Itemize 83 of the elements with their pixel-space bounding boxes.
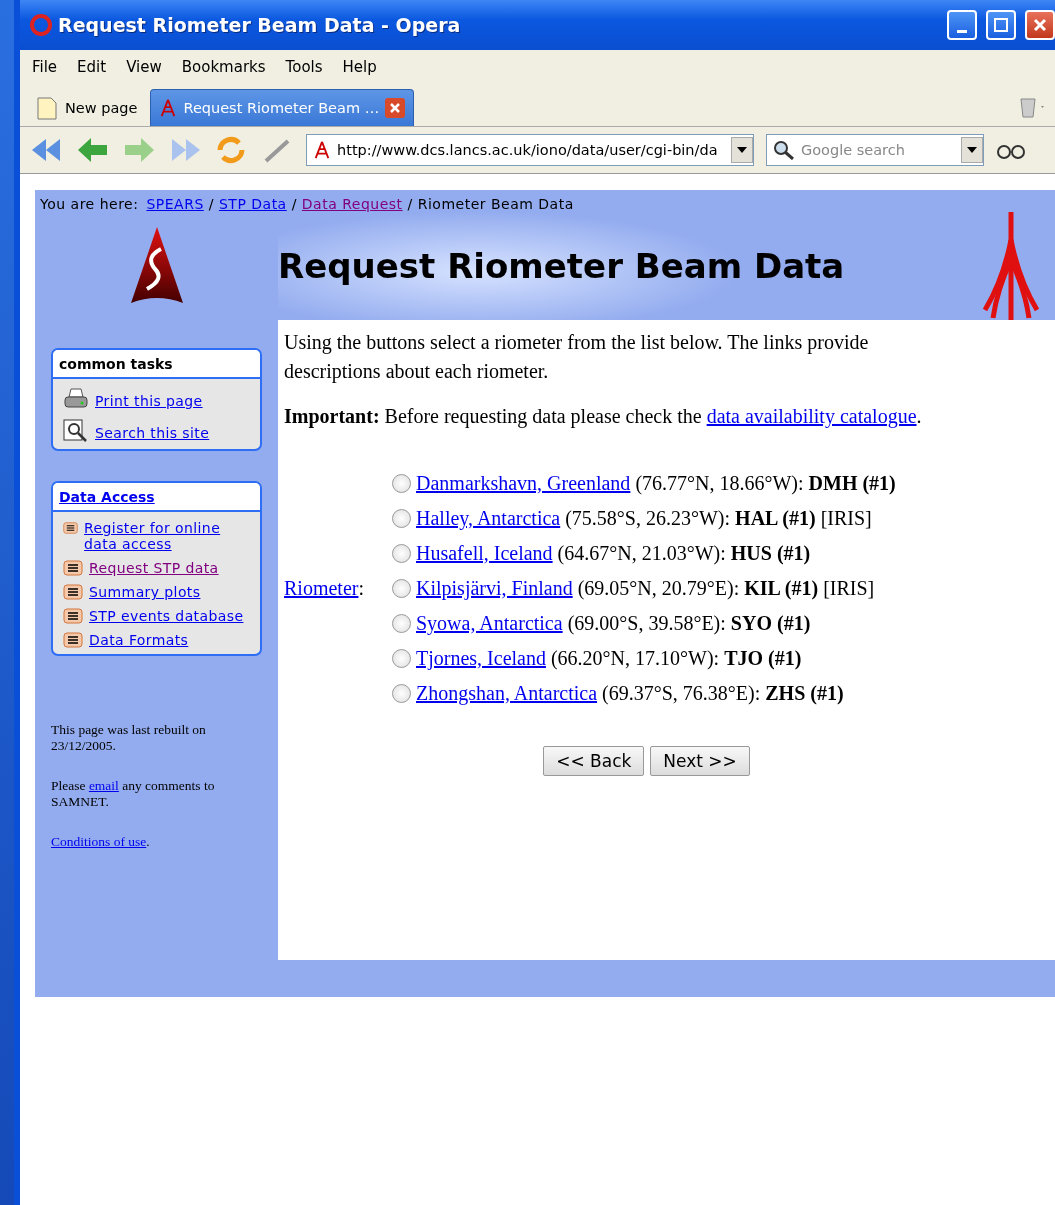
contact-note: Please email any comments to SAMNET. — [51, 778, 216, 810]
address-field[interactable]: http://www.dcs.lancs.ac.uk/iono/data/user/cgi-bin/da — [306, 134, 754, 166]
sidebar-link[interactable]: Request STP data — [89, 560, 219, 576]
riometer-label-link[interactable]: Riometer — [284, 577, 359, 599]
site-link[interactable]: Syowa, Antarctica — [416, 612, 563, 635]
mast-icon — [313, 141, 331, 159]
rebuilt-note: This page was last rebuilt on 23/12/2005. — [51, 722, 207, 754]
window-title: Request Riometer Beam Data - Opera — [58, 14, 462, 36]
search-icon — [63, 419, 89, 443]
site-details: (76.77°N, 18.66°W): DMH (#1) — [635, 472, 896, 495]
radio-button[interactable] — [392, 544, 411, 563]
browser-tab[interactable]: New page — [26, 89, 147, 126]
sidebar-link[interactable]: Summary plots — [89, 584, 201, 600]
search-icon — [773, 140, 795, 160]
conditions-note: Conditions of use. — [51, 834, 151, 850]
radio-button[interactable] — [392, 684, 411, 703]
search-field[interactable]: Google search — [766, 134, 984, 166]
menu-item[interactable]: Edit — [69, 58, 115, 76]
sidebar-link[interactable]: Print this page — [95, 393, 203, 409]
site-link[interactable]: Husafell, Iceland — [416, 542, 553, 565]
panel-title: common tasks — [59, 356, 173, 372]
maximize-button[interactable] — [986, 10, 1016, 40]
mast-icon — [159, 99, 178, 117]
sidebar-link[interactable]: Register for online data access — [84, 520, 256, 552]
radio-button[interactable] — [392, 474, 411, 493]
site-details: (64.67°N, 21.03°W): HUS (#1) — [557, 542, 811, 565]
list-icon — [63, 632, 83, 648]
radio-button[interactable] — [392, 509, 411, 528]
intro-text: Using the buttons select a riometer from the list below. The links provide descriptions about each riometer. — [284, 330, 870, 385]
site-details: (69.37°S, 76.38°E): ZHS (#1) — [602, 682, 844, 705]
breadcrumb-link[interactable]: SPEARS — [146, 196, 204, 212]
site-details: (75.58°S, 26.23°W): HAL (#1) [IRIS] — [565, 507, 872, 530]
site-link[interactable]: Zhongshan, Antarctica — [416, 682, 598, 705]
breadcrumb-link[interactable]: STP Data — [218, 196, 287, 212]
opera-logo-icon — [30, 14, 52, 36]
breadcrumb-separator: / — [207, 196, 215, 212]
radio-button[interactable] — [392, 649, 411, 668]
menu-item[interactable]: View — [118, 58, 170, 76]
site-details: (69.00°S, 39.58°E): SYO (#1) — [567, 612, 811, 635]
catalogue-link[interactable]: data availability catalogue — [706, 405, 917, 427]
list-icon — [63, 560, 83, 576]
breadcrumb-label: You are here: — [40, 196, 139, 212]
sidebar-link[interactable]: Data Formats — [89, 632, 189, 648]
site-link[interactable]: Kilpisjärvi, Finland — [416, 577, 573, 600]
minimize-button[interactable] — [947, 10, 977, 40]
sidebar-link[interactable]: STP events database — [89, 608, 244, 624]
document-icon — [35, 95, 59, 121]
colon-text: : — [358, 577, 364, 599]
important-note: Important: Before requesting data please check the data availability catalogue. — [284, 404, 923, 430]
site-link[interactable]: Danmarkshavn, Greenland — [416, 472, 631, 495]
browser-tab[interactable]: Request Riometer Beam … — [150, 89, 415, 126]
breadcrumb-link[interactable]: Data Request — [301, 196, 403, 212]
printer-icon — [63, 387, 89, 411]
list-icon — [63, 584, 83, 600]
dropdown-icon[interactable] — [731, 137, 753, 163]
trash-icon[interactable] — [1017, 96, 1047, 118]
site-link[interactable]: Tjornes, Iceland — [416, 647, 546, 670]
sidebar-link[interactable]: Search this site — [95, 425, 210, 441]
menu-item[interactable]: Help — [334, 58, 385, 76]
close-tab-icon[interactable] — [385, 98, 406, 118]
menu-item[interactable]: File — [24, 58, 66, 76]
site-details: (69.05°N, 20.79°E): KIL (#1) [IRIS] — [577, 577, 875, 600]
radio-button[interactable] — [392, 579, 411, 598]
forward-icon[interactable] — [122, 135, 156, 165]
breadcrumb-current: Riometer Beam Data — [417, 196, 574, 212]
breadcrumb-separator: / — [290, 196, 298, 212]
back-icon[interactable] — [76, 135, 110, 165]
list-icon — [63, 608, 83, 624]
nav-button[interactable]: Next >> — [650, 746, 750, 776]
dropdown-icon[interactable] — [961, 137, 983, 163]
radio-button[interactable] — [392, 614, 411, 633]
site-details: (66.20°N, 17.10°W): TJO (#1) — [550, 647, 802, 670]
list-icon — [63, 520, 79, 536]
menu-item[interactable]: Bookmarks — [173, 58, 274, 76]
nav-button[interactable]: << Back — [543, 746, 645, 776]
menu-item[interactable]: Tools — [277, 58, 331, 76]
close-button[interactable] — [1025, 10, 1055, 40]
maximize-icon — [993, 17, 1009, 33]
close-icon — [1032, 17, 1048, 33]
minimize-icon — [957, 29, 967, 33]
breadcrumb-separator: / — [406, 196, 414, 212]
site-link[interactable]: Halley, Antarctica — [416, 507, 561, 530]
email-link[interactable]: email — [88, 778, 119, 793]
